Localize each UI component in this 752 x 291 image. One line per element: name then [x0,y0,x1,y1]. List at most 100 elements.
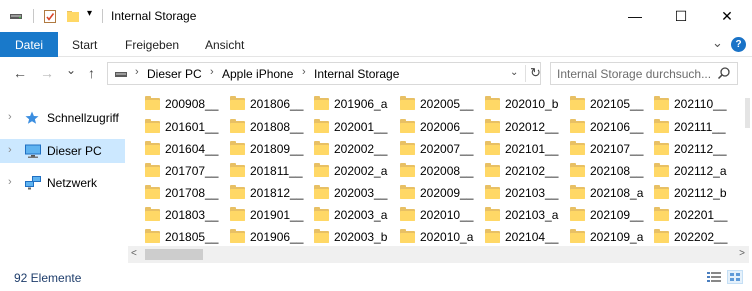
breadcrumb-internal-storage[interactable]: Internal Storage [314,67,399,81]
breadcrumb-apple-iphone[interactable]: Apple iPhone [222,67,293,81]
close-button[interactable]: ✕ [704,0,750,32]
folder-item[interactable]: 202010_b [475,95,558,114]
folder-item[interactable]: 202109__ [560,206,643,225]
folder-item[interactable]: 202003_b [304,228,387,245]
folder-item[interactable]: 201601__ [135,118,218,137]
folder-icon [400,207,415,221]
maximize-button[interactable]: ☐ [658,0,704,32]
title-separator [102,9,103,23]
folder-icon [145,141,160,155]
folder-item[interactable]: 202108__ [560,162,643,181]
folder-item[interactable]: 202106__ [560,118,643,137]
nav-item-this-pc[interactable]: › Dieser PC [0,139,125,163]
folder-item[interactable]: 202107__ [560,140,643,159]
details-view-icon[interactable] [706,270,722,284]
folder-name: 202112_a [674,164,727,178]
properties-icon[interactable] [43,9,57,27]
folder-item[interactable]: 202010__ [390,206,473,225]
status-bar: 92 Elemente [0,264,752,291]
vertical-scroll-thumb[interactable] [745,98,750,128]
expand-chevron-icon[interactable]: › [8,176,12,188]
folder-item[interactable]: 202002_a [304,162,387,181]
search-box[interactable]: Internal Storage durchsuch... [550,62,738,85]
help-button[interactable]: ? [731,37,746,52]
folder-item[interactable]: 200908__ [135,95,218,114]
folder-item[interactable]: 202111__ [644,118,726,137]
expand-chevron-icon[interactable]: › [8,144,12,156]
expand-ribbon-icon[interactable]: ⌄ [712,35,723,51]
folder-item[interactable]: 202102__ [475,162,558,181]
folder-item[interactable]: 202104__ [475,228,558,245]
recent-locations-dropdown[interactable]: ⌄ [66,63,76,77]
folder-item[interactable]: 202003__ [304,184,387,203]
folder-item[interactable]: 201808__ [220,118,303,137]
folder-item[interactable]: 202003_a [304,206,387,225]
back-button[interactable]: ← [13,65,27,81]
folder-item[interactable]: 202006__ [390,118,473,137]
folder-item[interactable]: 201811__ [220,162,303,181]
folder-item[interactable]: 202001__ [304,118,387,137]
folder-item[interactable]: 202002__ [304,140,387,159]
folder-item[interactable]: 201901__ [220,206,303,225]
folder-item[interactable]: 202109_a [560,228,643,245]
tab-share[interactable]: Freigeben [125,32,179,57]
folder-icon [314,207,329,221]
folder-item[interactable]: 202105__ [560,95,643,114]
folder-item[interactable]: 202103__ [475,184,558,203]
large-icons-view-icon[interactable] [727,270,743,284]
folder-name: 202108_a [590,186,644,200]
scroll-left-button[interactable]: < [131,248,137,259]
folder-item[interactable]: 202103_a [475,206,558,225]
vertical-scrollbar[interactable] [743,90,752,245]
folder-item[interactable]: 202009__ [390,184,473,203]
forward-button[interactable]: → [40,65,54,81]
folder-item[interactable]: 201707__ [135,162,218,181]
folder-item[interactable]: 202112_b [644,184,727,203]
folder-item[interactable]: 202101__ [475,140,558,159]
folder-item[interactable]: 202012__ [475,118,558,137]
scroll-right-button[interactable]: > [739,248,745,259]
folder-item[interactable]: 202005__ [390,95,473,114]
folder-item[interactable]: 202010_a [390,228,473,245]
folder-item[interactable]: 202112__ [644,140,727,159]
folder-item[interactable]: 201708__ [135,184,218,203]
up-button[interactable]: ↑ [88,65,95,81]
folder-item[interactable]: 201805__ [135,228,218,245]
folder-item[interactable]: 202112_a [644,162,727,181]
refresh-icon[interactable]: ↻ [525,65,541,82]
folder-item[interactable]: 202108_a [560,184,644,203]
new-folder-icon[interactable] [66,9,80,26]
folder-item[interactable]: 201803__ [135,206,218,225]
folder-item[interactable]: 202007__ [390,140,473,159]
folder-item[interactable]: 201809__ [220,140,303,159]
breadcrumb-dieser-pc[interactable]: Dieser PC [147,67,202,81]
minimize-button[interactable]: — [612,0,658,32]
nav-item-network[interactable]: › Netzwerk [0,171,125,195]
search-icon[interactable] [717,66,731,83]
folder-item[interactable]: 201906__ [220,228,303,245]
tab-start[interactable]: Start [72,32,97,57]
folder-icon [400,96,415,110]
horizontal-scrollbar[interactable]: < > [128,246,749,263]
nav-item-quick-access[interactable]: › Schnellzugriff [0,106,125,130]
folder-item[interactable]: 202202__ [644,228,727,245]
customize-quick-access-dropdown[interactable]: ▾ [87,8,92,19]
folder-name: 201906_a [334,97,388,111]
folder-item[interactable]: 202201__ [644,206,727,225]
tab-view[interactable]: Ansicht [205,32,244,57]
folder-icon [314,141,329,155]
address-bar[interactable]: › Dieser PC › Apple iPhone › Internal St… [107,62,541,85]
drive-icon[interactable] [9,9,23,26]
address-dropdown-icon[interactable]: ⌄ [510,67,518,78]
folder-item[interactable]: 201806__ [220,95,303,114]
folder-item[interactable]: 202008__ [390,162,473,181]
folder-item[interactable]: 202110__ [644,95,727,114]
search-input[interactable]: Internal Storage durchsuch... [557,67,711,81]
tab-file[interactable]: Datei [0,32,58,57]
folder-item[interactable]: 201604__ [135,140,218,159]
folder-icon [400,141,415,155]
expand-chevron-icon[interactable]: › [8,111,12,123]
folder-item[interactable]: 201812__ [220,184,303,203]
folder-item[interactable]: 201906_a [304,95,388,114]
horizontal-scroll-thumb[interactable] [145,249,203,260]
